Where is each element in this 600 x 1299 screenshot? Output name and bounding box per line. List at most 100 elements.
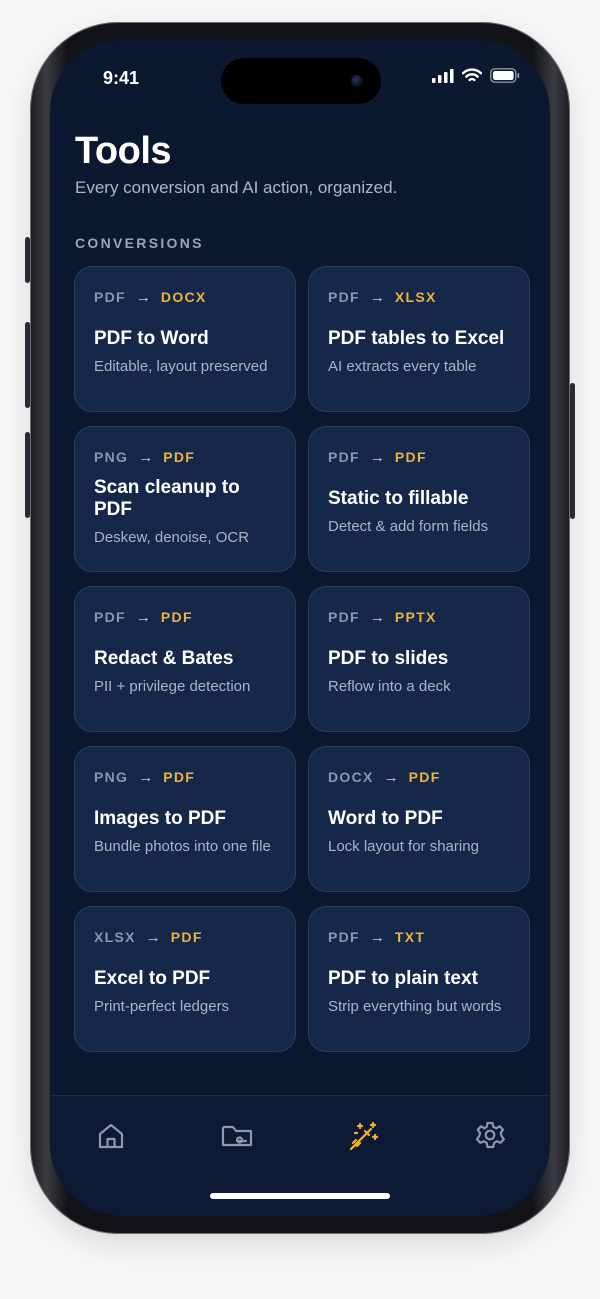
status-icons xyxy=(432,68,520,83)
card-title: Redact & Bates xyxy=(94,648,234,669)
arrow-right-icon: → xyxy=(369,928,385,946)
target-format: PDF xyxy=(408,769,441,785)
conversion-formats: PDF → PPTX xyxy=(328,608,511,626)
card-description: Reflow into a deck xyxy=(328,678,451,695)
battery-icon xyxy=(490,68,520,83)
card-title: PDF to slides xyxy=(328,648,449,669)
camera-icon xyxy=(351,75,363,87)
card-title: PDF tables to Excel xyxy=(328,328,505,349)
card-body: Word to PDF Lock layout for sharing xyxy=(328,789,515,875)
card-body: Static to fillable Detect & add form fiel… xyxy=(328,469,515,555)
conversion-formats: PDF → PDF xyxy=(94,608,277,626)
arrow-right-icon: → xyxy=(369,288,385,306)
source-format: PDF xyxy=(328,609,360,625)
conversion-card[interactable]: PDF → PPTX PDF to slides Reflow into a deck xyxy=(308,586,530,732)
conversion-formats: DOCX → PDF xyxy=(328,768,511,786)
card-title: Static to fillable xyxy=(328,488,469,509)
target-format: PDF xyxy=(163,769,196,785)
card-description: AI extracts every table xyxy=(328,358,477,375)
target-format: TXT xyxy=(394,929,426,945)
arrow-right-icon: → xyxy=(135,608,151,626)
arrow-right-icon: → xyxy=(135,288,151,306)
card-body: PDF to slides Reflow into a deck xyxy=(328,629,515,715)
source-format: XLSX xyxy=(94,929,136,945)
conversion-card[interactable]: PDF → DOCX PDF to Word Editable, layout pres… xyxy=(74,266,296,412)
card-title: Word to PDF xyxy=(328,808,443,829)
magic-wand-icon xyxy=(349,1121,379,1151)
power-button xyxy=(570,383,575,519)
target-format: PDF xyxy=(163,449,196,465)
wifi-icon xyxy=(462,68,482,82)
card-body: Redact & Bates PII + privilege detection xyxy=(94,629,281,715)
conversion-card[interactable]: PDF → PDF Redact & Bates PII + privilege det… xyxy=(74,586,296,732)
card-body: PDF to plain text Strip everything but wo… xyxy=(328,949,515,1035)
home-indicator xyxy=(210,1193,390,1199)
volume-up-button xyxy=(25,322,30,408)
volume-down-button xyxy=(25,432,30,518)
page-subtitle: Every conversion and AI action, organize… xyxy=(75,178,398,197)
arrow-right-icon: → xyxy=(383,768,399,786)
target-format: DOCX xyxy=(160,289,207,305)
card-description: Strip everything but words xyxy=(328,998,502,1015)
target-format: PDF xyxy=(160,609,193,625)
card-title: PDF to plain text xyxy=(328,968,478,989)
card-title: Images to PDF xyxy=(94,808,226,829)
card-description: Lock layout for sharing xyxy=(328,838,479,855)
arrow-right-icon: → xyxy=(145,928,161,946)
gear-icon xyxy=(475,1121,505,1149)
conversion-card[interactable]: PDF → PDF Static to fillable Detect & add fo… xyxy=(308,426,530,572)
conversion-formats: PDF → DOCX xyxy=(94,288,277,306)
arrow-right-icon: → xyxy=(138,448,154,466)
card-body: Excel to PDF Print-perfect ledgers xyxy=(94,949,281,1035)
target-format: PDF xyxy=(170,929,203,945)
conversion-card[interactable]: PDF → XLSX PDF tables to Excel AI extracts e… xyxy=(308,266,530,412)
page-title: Tools xyxy=(75,130,172,172)
arrow-right-icon: → xyxy=(138,768,154,786)
card-body: PDF to Word Editable, layout preserved xyxy=(94,309,281,395)
card-description: Editable, layout preserved xyxy=(94,358,268,375)
tab-tools[interactable] xyxy=(346,1118,382,1154)
card-title: Excel to PDF xyxy=(94,968,211,989)
source-format: PDF xyxy=(94,609,126,625)
card-description: Print-perfect ledgers xyxy=(94,998,230,1015)
card-description: Bundle photos into one file xyxy=(94,838,271,855)
screen: 9:41 Tools Every conversion and AI actio… xyxy=(50,40,550,1216)
source-format: PDF xyxy=(328,449,360,465)
conversion-card[interactable]: XLSX → PDF Excel to PDF Print-perfect ledger… xyxy=(74,906,296,1052)
card-body: Images to PDF Bundle photos into one file xyxy=(94,789,281,875)
arrow-right-icon: → xyxy=(369,608,385,626)
tab-bar xyxy=(50,1095,550,1216)
source-format: PDF xyxy=(328,289,360,305)
conversion-formats: PDF → TXT xyxy=(328,928,511,946)
card-body: Scan cleanup to PDF Deskew, denoise, OCR xyxy=(94,469,281,555)
tab-home[interactable] xyxy=(93,1118,129,1154)
source-format: PDF xyxy=(328,929,360,945)
card-title: PDF to Word xyxy=(94,328,209,349)
conversion-card[interactable]: PDF → TXT PDF to plain text Strip everything… xyxy=(308,906,530,1052)
dynamic-island xyxy=(221,58,381,104)
conversion-card[interactable]: DOCX → PDF Word to PDF Lock layout for shari… xyxy=(308,746,530,892)
tab-files[interactable] xyxy=(219,1118,255,1154)
source-format: DOCX xyxy=(328,769,374,785)
target-format: XLSX xyxy=(394,289,437,305)
card-description: Deskew, denoise, OCR xyxy=(94,529,250,546)
home-icon xyxy=(98,1123,124,1149)
cellular-signal-icon xyxy=(432,68,454,83)
card-body: PDF tables to Excel AI extracts every tab… xyxy=(328,309,515,395)
conversion-formats: PDF → XLSX xyxy=(328,288,511,306)
conversion-card[interactable]: PNG → PDF Images to PDF Bundle photos into o… xyxy=(74,746,296,892)
folder-icon xyxy=(221,1125,253,1147)
card-title: Scan cleanup to PDF xyxy=(94,477,240,520)
conversion-card[interactable]: PNG → PDF Scan cleanup to PDF Deskew, denois… xyxy=(74,426,296,572)
source-format: PDF xyxy=(94,289,126,305)
conversion-formats: PDF → PDF xyxy=(328,448,511,466)
status-time: 9:41 xyxy=(103,68,140,88)
card-description: PII + privilege detection xyxy=(94,678,251,695)
conversion-grid: PDF → DOCX PDF to Word Editable, layout pres… xyxy=(74,266,530,1052)
source-format: PNG xyxy=(94,769,129,785)
target-format: PPTX xyxy=(394,609,437,625)
action-button xyxy=(25,237,30,283)
conversion-formats: XLSX → PDF xyxy=(94,928,277,946)
conversion-formats: PNG → PDF xyxy=(94,768,277,786)
tab-settings[interactable] xyxy=(472,1118,508,1154)
